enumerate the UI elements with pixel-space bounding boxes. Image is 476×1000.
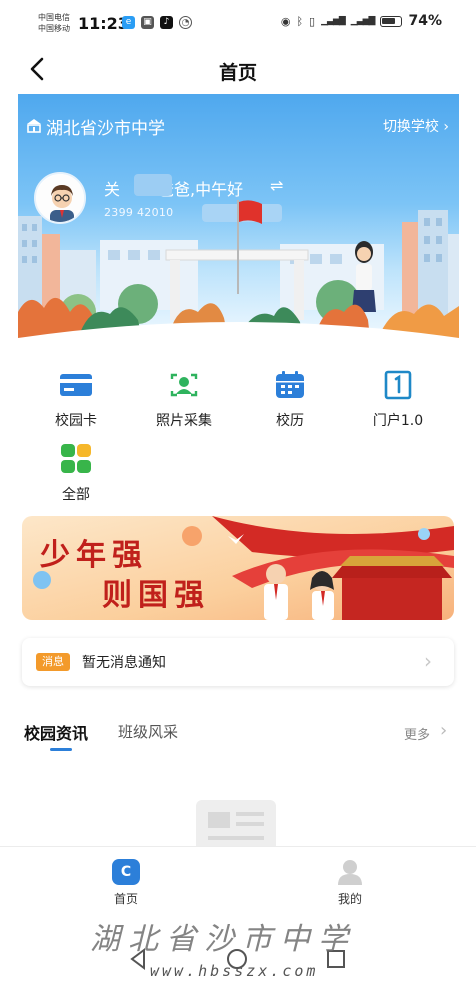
tab-class-style[interactable]: 班级风采 xyxy=(118,721,178,742)
card-icon xyxy=(60,374,92,396)
carrier-1: 中国电信 xyxy=(38,13,70,22)
bluetooth-icon: ᛒ xyxy=(296,14,304,28)
tiktok-icon: ♪ xyxy=(160,16,173,29)
chevron-right-icon: › xyxy=(443,119,449,135)
user-icon xyxy=(338,860,362,885)
quick-item-photo-capture[interactable]: 照片采集 xyxy=(144,370,224,430)
school-name: 湖北省沙市中学 xyxy=(46,119,165,139)
battery-icon xyxy=(380,15,403,27)
message-text: 暂无消息通知 xyxy=(82,655,166,671)
quick-item-label: 校历 xyxy=(276,413,304,429)
nav-bar: 首页 xyxy=(0,48,476,92)
school-row: 湖北省沙市中学 切换学校 › xyxy=(18,94,459,158)
switch-school-button[interactable]: 切换学校 › xyxy=(383,116,449,136)
more-link[interactable]: 更多 xyxy=(404,724,430,743)
promo-banner[interactable]: 少年强 则国强 xyxy=(22,516,454,620)
tab-home[interactable]: C 首页 xyxy=(98,859,154,907)
switch-user-icon[interactable]: ⇌ xyxy=(270,176,283,195)
page-title: 首页 xyxy=(218,62,257,84)
tab-mine[interactable]: 我的 xyxy=(322,859,378,907)
quick-item-all[interactable]: 全部 xyxy=(36,444,116,504)
system-indicators: ◉ ᛒ ▯ ▁▃▅▇ ▁▃▅▇ 74% xyxy=(281,13,442,29)
campus-illustration xyxy=(18,200,459,338)
redacted-name xyxy=(134,174,172,196)
signal-icon: ▁▃▅▇ xyxy=(321,16,346,26)
chevron-right-icon[interactable]: › xyxy=(440,720,447,741)
app-notification-icon: ▣ xyxy=(141,16,154,29)
speed-icon: ◔ xyxy=(179,16,192,29)
eye-icon: ◉ xyxy=(280,14,291,28)
quick-item-label: 照片采集 xyxy=(156,413,212,429)
promo-line-1: 少年强 xyxy=(40,538,148,573)
battery-percent: 74% xyxy=(408,13,442,29)
chevron-right-icon: › xyxy=(424,649,432,673)
quick-item-label: 校园卡 xyxy=(55,413,97,429)
watermark-text: 湖北省沙市中学 xyxy=(90,922,356,957)
tab-campus-news[interactable]: 校园资讯 xyxy=(24,720,88,744)
grid-icon xyxy=(61,444,91,473)
bottom-tab-bar: C 首页 我的 xyxy=(0,846,476,912)
message-badge: 消息 xyxy=(36,653,70,671)
tab-mine-label: 我的 xyxy=(337,892,362,906)
status-bar: 中国电信 中国移动 11:23 e ▣ ♪ ◔ ◉ ᛒ ▯ ▁▃▅▇ ▁▃▅▇ … xyxy=(0,0,476,48)
quick-item-label: 门户1.0 xyxy=(372,413,424,429)
signal-icon: ▁▃▅▇ xyxy=(350,16,376,26)
carrier-2: 中国移动 xyxy=(38,24,70,33)
photo-capture-icon xyxy=(170,373,198,397)
promo-line-2: 则国强 xyxy=(102,578,210,613)
vibrate-icon: ▯ xyxy=(309,14,316,28)
school-banner: 湖北省沙市中学 切换学校 › 关爸爸,中午好 ⇌ 2399 42010517 xyxy=(18,94,459,338)
calendar-icon xyxy=(276,371,304,398)
notification-icons: e ▣ ♪ ◔ xyxy=(122,16,192,29)
tab-indicator xyxy=(50,748,72,751)
quick-item-label: 全部 xyxy=(62,487,90,503)
switch-school-label: 切换学校 xyxy=(382,119,439,135)
quick-item-calendar[interactable]: 校历 xyxy=(250,370,330,430)
tab-home-label: 首页 xyxy=(113,892,138,906)
message-notice[interactable]: 消息 暂无消息通知 › xyxy=(22,638,454,686)
watermark-url: www.hbsszx.com xyxy=(150,962,319,980)
app-notification-icon: e xyxy=(122,16,135,29)
portal-icon xyxy=(384,370,412,400)
carrier-names: 中国电信 中国移动 xyxy=(38,12,70,34)
quick-item-campus-card[interactable]: 校园卡 xyxy=(36,370,116,430)
quick-item-portal[interactable]: 门户1.0 xyxy=(358,370,438,430)
school-icon xyxy=(27,119,41,133)
home-icon: C xyxy=(112,859,140,885)
